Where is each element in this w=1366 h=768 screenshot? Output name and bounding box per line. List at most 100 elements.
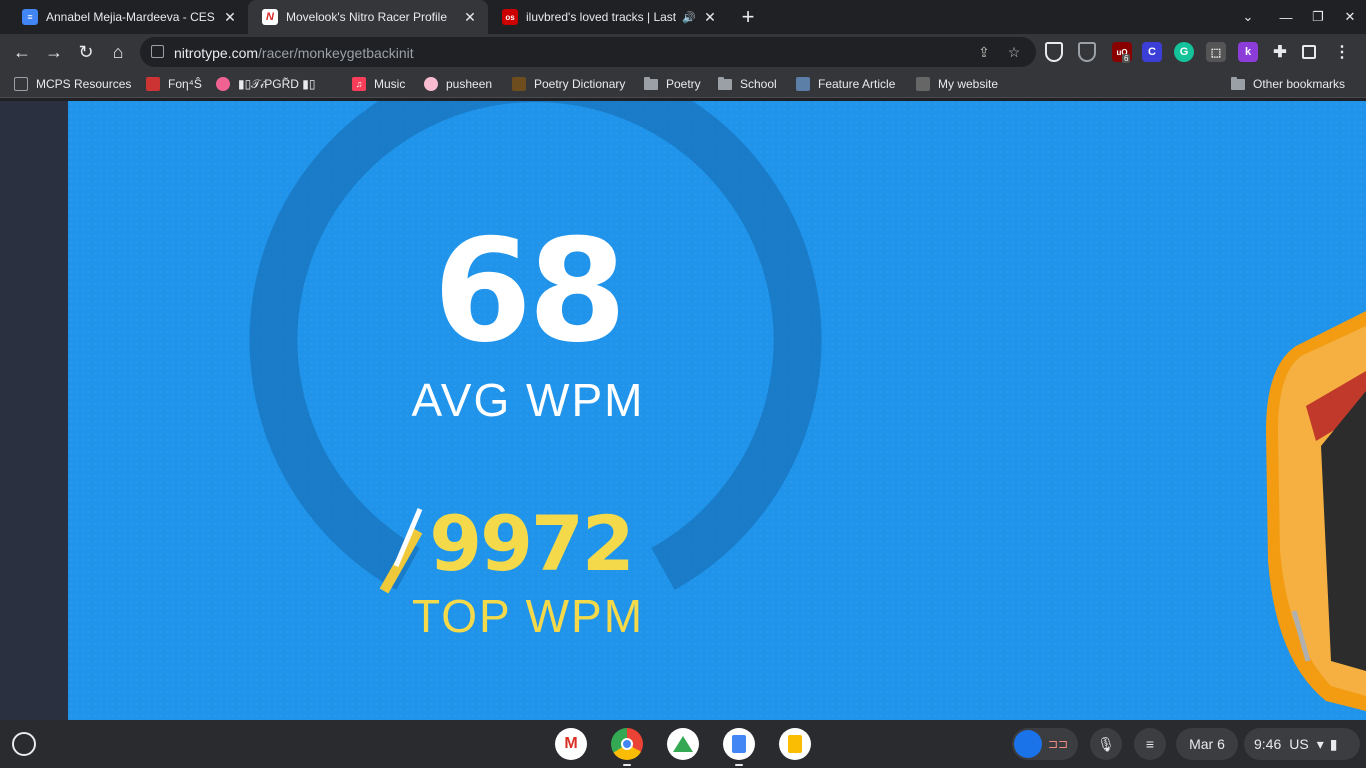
close-window-button[interactable]: ✕ <box>1334 0 1366 34</box>
bookmark-folder-poetry[interactable]: Poetry <box>644 75 701 93</box>
tab-title: Movelook's Nitro Racer Profile <box>286 10 448 24</box>
top-wpm-label: TOP WPM <box>411 590 645 642</box>
tab-docs[interactable]: ≡ Annabel Mejia-Mardeeva - CES T ✕ <box>8 0 248 34</box>
reload-button[interactable]: ↻ <box>72 38 100 66</box>
tab-lastfm[interactable]: os iluvbred's loved tracks | Last 🔊 ✕ <box>488 0 728 34</box>
site-info-icon[interactable] <box>151 45 164 58</box>
running-indicator <box>623 764 631 766</box>
wpm-gauge-ring <box>249 101 822 594</box>
bookmark-icon <box>512 77 526 91</box>
bookmark-label: School <box>740 77 777 91</box>
wifi-icon: ▾ <box>1316 735 1324 752</box>
chevron-down-icon[interactable]: ⌄ <box>1232 0 1264 34</box>
shield-outline-icon[interactable] <box>1078 42 1096 62</box>
bookmark-label: Feature Article <box>818 77 896 91</box>
docs-app-icon[interactable] <box>723 728 755 760</box>
bookmark-label: My website <box>938 77 999 91</box>
back-button[interactable]: ← <box>8 38 36 66</box>
address-bar[interactable]: nitrotype.com/racer/monkeygetbackinit ⇪ … <box>140 37 1036 67</box>
bookmark-label: MCPS Resources <box>36 77 132 91</box>
bookmark-label: Foη⁴Ŝ <box>168 77 202 91</box>
left-sidebar <box>0 101 68 720</box>
new-tab-button[interactable]: + <box>736 4 760 29</box>
bookmark-label: ▮▯𝒯𝒾PGR̃D ▮▯ <box>238 76 316 91</box>
bookmarks-bar: MCPS Resources Foη⁴Ŝ ▮▯𝒯𝒾PGR̃D ▮▯ ♫ Music… <box>0 70 1366 98</box>
bookmark-label: pusheen <box>446 77 493 91</box>
bookmark-poetry-dictionary[interactable]: Poetry Dictionary <box>512 75 625 93</box>
speaker-icon[interactable]: 🔊 <box>682 11 696 24</box>
k-extension-icon[interactable]: k <box>1238 42 1258 62</box>
close-icon[interactable]: ✕ <box>222 9 238 25</box>
grammarly-icon[interactable]: G <box>1174 42 1194 62</box>
top-wpm-value: 9972 <box>429 499 635 588</box>
date-tray[interactable]: Mar 6 <box>1176 728 1238 760</box>
close-icon[interactable]: ✕ <box>702 9 718 25</box>
bookmark-fonts[interactable]: Foη⁴Ŝ <box>146 75 202 93</box>
profile-stats-panel: 68 AVG WPM 9972 TOP WPM <box>68 101 1366 720</box>
menu-icon[interactable]: ⋮ <box>1332 42 1352 62</box>
slides-icon[interactable] <box>779 728 811 760</box>
home-button[interactable]: ⌂ <box>104 38 132 66</box>
donut-icon <box>424 77 438 91</box>
music-icon: ♫ <box>352 77 366 91</box>
bookmark-my-website[interactable]: My website <box>916 75 998 93</box>
bookmark-fancy-text[interactable]: ▮▯𝒯𝒾PGR̃D ▮▯ <box>216 75 315 93</box>
battery-icon: ▮ <box>1329 735 1338 752</box>
stylus-icon <box>1014 730 1042 758</box>
c-extension-icon[interactable]: C <box>1142 42 1162 62</box>
sidepanel-icon[interactable] <box>1302 45 1316 59</box>
racer-car-image <box>1266 311 1366 711</box>
media-controls-icon[interactable]: ≡ <box>1134 728 1166 760</box>
bookmark-music[interactable]: ♫ Music <box>352 75 405 93</box>
url-text[interactable]: nitrotype.com/racer/monkeygetbackinit <box>174 45 414 61</box>
locale-text: US <box>1289 736 1309 752</box>
browser-toolbar: ← → ↻ ⌂ nitrotype.com/racer/monkeygetbac… <box>0 34 1366 70</box>
chromeos-shelf: M ⊐⊐ 🎙 ≡ Mar 6 9:46 US ▾ ▮ <box>0 720 1366 768</box>
close-icon[interactable]: ✕ <box>462 9 478 25</box>
bookmark-folder-school[interactable]: School <box>718 75 777 93</box>
page-content: 68 AVG WPM 9972 TOP WPM <box>0 101 1366 720</box>
screen-capture-pill[interactable]: ⊐⊐ <box>1012 728 1078 760</box>
tab-strip: ≡ Annabel Mejia-Mardeeva - CES T ✕ N Mov… <box>0 0 1366 34</box>
capture-icon: ⊐⊐ <box>1048 737 1069 751</box>
tab-nitrotype[interactable]: N Movelook's Nitro Racer Profile ✕ <box>248 0 488 34</box>
folder-icon <box>718 76 732 91</box>
tab-title: Annabel Mejia-Mardeeva - CES T <box>46 10 216 24</box>
bookmark-other[interactable]: Other bookmarks <box>1231 75 1345 93</box>
bookmark-pusheen[interactable]: pusheen <box>424 75 492 93</box>
minimize-button[interactable]: — <box>1270 0 1302 34</box>
gmail-icon[interactable]: M <box>555 728 587 760</box>
star-icon[interactable]: ☆ <box>1006 44 1022 60</box>
microphone-icon[interactable]: 🎙 <box>1090 728 1122 760</box>
date-text: Mar 6 <box>1189 736 1225 752</box>
lastfm-icon: os <box>502 9 518 25</box>
bookmark-label: Music <box>374 77 406 91</box>
forward-button[interactable]: → <box>40 38 68 66</box>
avg-wpm-label: AVG WPM <box>411 374 645 426</box>
bookmark-feature-article[interactable]: Feature Article <box>796 75 895 93</box>
bookmark-icon <box>14 77 28 91</box>
docs-icon: ≡ <box>22 9 38 25</box>
bookmark-label: Poetry Dictionary <box>534 77 626 91</box>
bookmark-label: Poetry <box>666 77 701 91</box>
tab-title: iluvbred's loved tracks | Last <box>526 10 677 24</box>
shield-icon[interactable] <box>1045 42 1063 62</box>
bookmark-mcps-resources[interactable]: MCPS Resources <box>14 75 131 93</box>
stack-icon <box>796 77 810 91</box>
avg-wpm-value: 68 <box>433 209 627 374</box>
drive-icon[interactable] <box>667 728 699 760</box>
folder-icon <box>644 76 658 91</box>
launcher-button[interactable] <box>12 732 36 756</box>
bookmark-icon <box>216 77 230 91</box>
cube-icon <box>916 77 930 91</box>
puzzle-icon[interactable]: ✚ <box>1270 42 1290 62</box>
share-icon[interactable]: ⇪ <box>976 44 992 60</box>
extension-icon[interactable]: ⬚ <box>1206 42 1226 62</box>
chrome-icon[interactable] <box>611 728 643 760</box>
extension-badge: 6 <box>1122 54 1131 63</box>
bookmark-label: Other bookmarks <box>1253 77 1346 91</box>
folder-icon <box>1231 76 1245 91</box>
restore-button[interactable]: ❐ <box>1302 0 1334 34</box>
status-tray[interactable]: 9:46 US ▾ ▮ <box>1244 728 1360 760</box>
time-text: 9:46 <box>1254 736 1282 752</box>
